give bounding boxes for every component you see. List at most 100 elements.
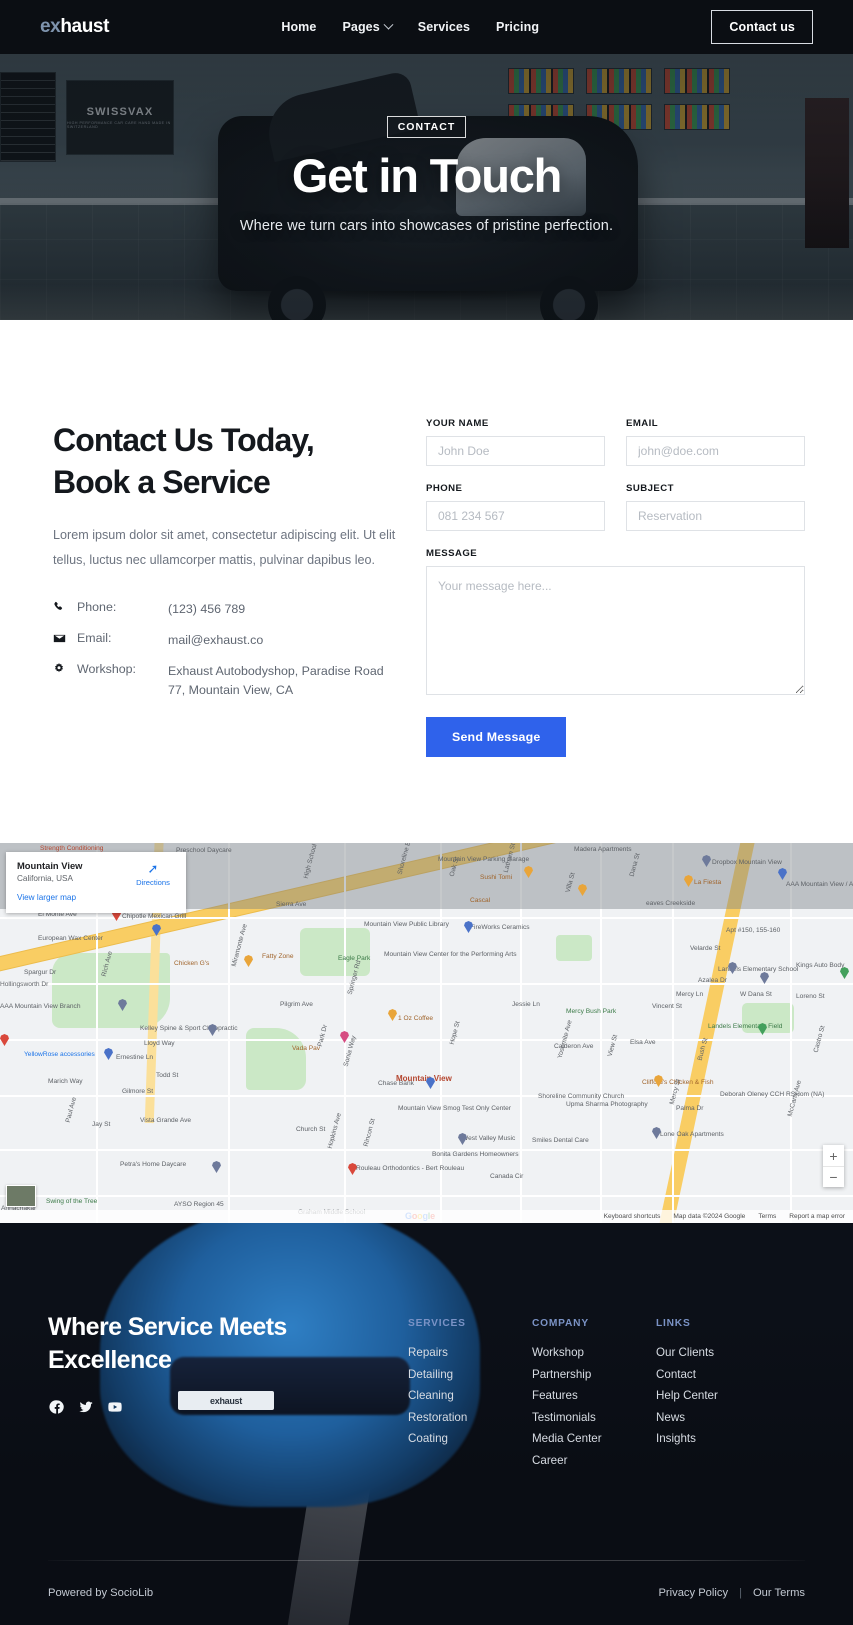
nav-links: Home Pages Services Pricing: [281, 19, 539, 34]
map-label: 1 Oz Coffee: [398, 1015, 434, 1022]
map-terms-link[interactable]: Terms: [758, 1213, 776, 1220]
footer-link[interactable]: Features: [532, 1389, 656, 1402]
message-textarea[interactable]: [426, 566, 805, 695]
footer-link[interactable]: Workshop: [532, 1346, 656, 1359]
footer-link[interactable]: Insights: [656, 1432, 780, 1445]
map-label: Pilgrim Ave: [280, 1001, 313, 1008]
chevron-down-icon: [383, 19, 394, 30]
name-input[interactable]: [426, 436, 605, 466]
youtube-icon[interactable]: [106, 1398, 123, 1415]
contact-detail-value: (123) 456 789: [168, 601, 246, 616]
footer-legal-links: Privacy Policy | Our Terms: [658, 1587, 805, 1599]
map-label: Rincon St: [362, 1117, 377, 1148]
contact-detail-email: Email: mail@exhaust.co: [53, 631, 396, 650]
map-label: Velarde St: [690, 945, 721, 952]
footer-link[interactable]: Repairs: [408, 1346, 532, 1359]
footer-link[interactable]: Cleaning: [408, 1389, 532, 1402]
map-label: Canada Cir: [490, 1173, 524, 1180]
street-view-thumbnail[interactable]: [6, 1185, 36, 1207]
footer-link[interactable]: Detailing: [408, 1368, 532, 1381]
nav-item-pages[interactable]: Pages: [342, 19, 394, 34]
map-label: Dropbox Mountain View: [712, 859, 782, 866]
nav-item-label: Services: [417, 20, 471, 34]
map-section[interactable]: Strength Conditioning Preschool Daycare …: [0, 843, 853, 1223]
directions-button[interactable]: ➚ Directions: [130, 862, 176, 887]
footer-link[interactable]: Contact: [656, 1368, 780, 1381]
privacy-policy-link[interactable]: Privacy Policy: [658, 1587, 728, 1599]
map-label: Lloyd Way: [144, 1040, 175, 1047]
map-label: Park Dr: [316, 1023, 330, 1048]
nav-item-pricing[interactable]: Pricing: [496, 20, 539, 34]
map-label: Vada Pav: [292, 1045, 321, 1052]
twitter-icon[interactable]: [77, 1398, 94, 1415]
hero-section: SWISSVAX HIGH PERFORMANCE CAR CARE HAND …: [0, 54, 853, 320]
subject-input[interactable]: [626, 501, 805, 531]
footer-heading-line2: Excellence: [48, 1345, 172, 1374]
map-label: Landels Elementary Field: [708, 1023, 783, 1030]
view-larger-map-link[interactable]: View larger map: [17, 893, 76, 902]
site-logo[interactable]: exhaust: [40, 16, 109, 38]
directions-icon: ➚: [147, 861, 159, 876]
map-zoom-out-button[interactable]: −: [823, 1166, 844, 1187]
map-label: Chicken G's: [174, 960, 210, 967]
map-label: Bonita Gardens Homeowners: [432, 1151, 519, 1158]
map-label: Fatty Zone: [262, 953, 294, 960]
footer-link[interactable]: Our Clients: [656, 1346, 780, 1359]
map-label: AYSO Region 45: [174, 1201, 224, 1208]
footer-column-links: LINKS Our Clients Contact Help Center Ne…: [656, 1318, 780, 1475]
map-zoom-in-button[interactable]: +: [823, 1145, 844, 1166]
form-group-email: EMAIL: [626, 418, 805, 466]
contact-detail-workshop: Workshop: Exhaust Autobodyshop, Paradise…: [53, 662, 396, 700]
footer-link[interactable]: Help Center: [656, 1389, 780, 1402]
footer-link[interactable]: News: [656, 1411, 780, 1424]
map-label: Hollingsworth Dr: [0, 981, 49, 988]
terms-link[interactable]: Our Terms: [753, 1587, 805, 1599]
contact-heading-line1: Contact Us Today,: [53, 422, 315, 458]
message-field-label: MESSAGE: [426, 548, 478, 559]
map-label: Gilmore St: [122, 1088, 154, 1095]
map-keyboard-shortcuts[interactable]: Keyboard shortcuts: [604, 1213, 661, 1220]
map-label: Jay St: [92, 1121, 111, 1128]
subject-field-label: SUBJECT: [626, 483, 674, 494]
map-zoom-controls: + −: [823, 1145, 844, 1187]
phone-field-label: PHONE: [426, 483, 463, 494]
social-links: [48, 1398, 408, 1415]
send-message-button[interactable]: Send Message: [426, 717, 567, 757]
name-field-label: YOUR NAME: [426, 418, 489, 429]
email-input[interactable]: [626, 436, 805, 466]
map-label: Hope St: [448, 1020, 462, 1046]
form-row-name-email: YOUR NAME EMAIL: [426, 418, 805, 466]
footer-link[interactable]: Media Center: [532, 1432, 656, 1445]
map-report-error-link[interactable]: Report a map error: [789, 1213, 845, 1220]
map-label: Upma Sharma Photography: [566, 1101, 648, 1108]
footer-link[interactable]: Partnership: [532, 1368, 656, 1381]
mail-icon: [53, 631, 77, 645]
map-label: Mercy Bush Park: [566, 1008, 617, 1015]
map-canvas[interactable]: Strength Conditioning Preschool Daycare …: [0, 843, 853, 1223]
footer-column-title: COMPANY: [532, 1318, 589, 1329]
contact-detail-label: Workshop:: [77, 662, 136, 676]
map-label: eaves Creekside: [646, 900, 696, 907]
directions-label: Directions: [136, 878, 170, 887]
form-group-name: YOUR NAME: [426, 418, 605, 466]
nav-item-services[interactable]: Services: [418, 20, 470, 34]
footer-link[interactable]: Testimonials: [532, 1411, 656, 1424]
map-label: Smiles Dental Care: [532, 1137, 589, 1144]
footer-link[interactable]: Career: [532, 1454, 656, 1467]
nav-item-home[interactable]: Home: [281, 20, 316, 34]
footer-link[interactable]: Coating: [408, 1432, 532, 1445]
form-group-message: MESSAGE: [426, 548, 805, 695]
map-label: AAA Mountain View / Auto Repair Center: [786, 881, 853, 888]
map-label: Paul Ave: [64, 1096, 79, 1124]
contact-info-column: Contact Us Today, Book a Service Lorem i…: [53, 416, 396, 757]
map-label: La Fiesta: [694, 879, 722, 886]
map-label: Church St: [296, 1126, 326, 1133]
map-label: Petra's Home Daycare: [120, 1161, 187, 1168]
map-label: Mercy Ln: [676, 991, 704, 998]
map-label: AAA Mountain View Branch: [0, 1003, 81, 1010]
phone-input[interactable]: [426, 501, 605, 531]
footer-link[interactable]: Restoration: [408, 1411, 532, 1424]
facebook-icon[interactable]: [48, 1398, 65, 1415]
contact-us-button[interactable]: Contact us: [711, 10, 813, 44]
map-label: Kings Auto Body: [796, 962, 845, 969]
